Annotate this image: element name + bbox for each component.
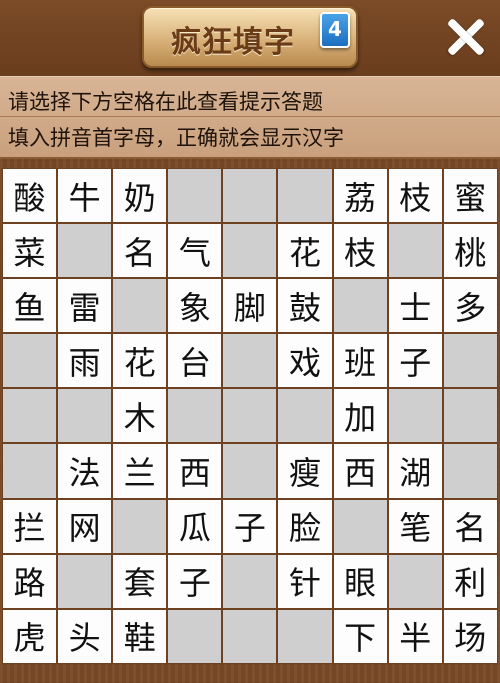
grid-cell[interactable]: 路 <box>3 554 57 608</box>
grid-cell[interactable]: 加 <box>333 389 387 443</box>
grid-cell[interactable]: 瘦 <box>278 444 332 498</box>
blocked-cell <box>168 169 222 223</box>
blocked-cell <box>223 444 277 498</box>
hint-divider <box>0 116 500 117</box>
blocked-cell <box>388 224 442 278</box>
grid-cell[interactable]: 湖 <box>388 444 442 498</box>
blocked-cell <box>223 609 277 663</box>
game-title: 疯狂填字 <box>171 25 295 60</box>
grid-cell[interactable]: 鼓 <box>278 279 332 333</box>
hint-line-1: 请选择下方空格在此查看提示答题 <box>8 90 323 114</box>
grid-cell[interactable]: 奶 <box>113 169 167 223</box>
blocked-cell <box>58 389 112 443</box>
blocked-cell <box>223 389 277 443</box>
blocked-cell <box>443 334 497 388</box>
blocked-cell <box>223 169 277 223</box>
grid-cell[interactable]: 台 <box>168 334 222 388</box>
grid-cell[interactable]: 拦 <box>3 499 57 553</box>
blocked-cell <box>278 389 332 443</box>
blocked-cell <box>333 499 387 553</box>
grid-cell[interactable]: 兰 <box>113 444 167 498</box>
grid-cell[interactable]: 法 <box>58 444 112 498</box>
grid-cell[interactable]: 名 <box>443 499 497 553</box>
grid-cell[interactable]: 鱼 <box>3 279 57 333</box>
grid-cell[interactable]: 套 <box>113 554 167 608</box>
blocked-cell <box>168 389 222 443</box>
grid-cell[interactable]: 网 <box>58 499 112 553</box>
blocked-cell <box>58 224 112 278</box>
grid-cell[interactable]: 戏 <box>278 334 332 388</box>
grid-cell[interactable]: 士 <box>388 279 442 333</box>
title-plaque: 疯狂填字 4 <box>142 6 358 68</box>
grid-cell[interactable]: 雷 <box>58 279 112 333</box>
grid-cell[interactable]: 名 <box>113 224 167 278</box>
blocked-cell <box>223 554 277 608</box>
blocked-cell <box>168 609 222 663</box>
blocked-cell <box>388 389 442 443</box>
blocked-cell <box>113 279 167 333</box>
grid-cell[interactable]: 雨 <box>58 334 112 388</box>
grid-cell[interactable]: 子 <box>223 499 277 553</box>
blocked-cell <box>3 444 57 498</box>
grid-cell[interactable]: 气 <box>168 224 222 278</box>
grid-cell[interactable]: 多 <box>443 279 497 333</box>
blocked-cell <box>58 554 112 608</box>
grid-cell[interactable]: 花 <box>113 334 167 388</box>
blocked-cell <box>443 444 497 498</box>
blocked-cell <box>3 334 57 388</box>
grid-cell[interactable]: 脚 <box>223 279 277 333</box>
grid-cell[interactable]: 蜜 <box>443 169 497 223</box>
grid-cell[interactable]: 木 <box>113 389 167 443</box>
grid-cell[interactable]: 西 <box>168 444 222 498</box>
grid-cell[interactable]: 象 <box>168 279 222 333</box>
grid-cell[interactable]: 头 <box>58 609 112 663</box>
grid-cell[interactable]: 瓜 <box>168 499 222 553</box>
grid-cell[interactable]: 菜 <box>3 224 57 278</box>
grid-cell[interactable]: 西 <box>333 444 387 498</box>
grid-cell[interactable]: 荔 <box>333 169 387 223</box>
grid-cell[interactable]: 半 <box>388 609 442 663</box>
grid-cell[interactable]: 笔 <box>388 499 442 553</box>
grid-cell[interactable]: 脸 <box>278 499 332 553</box>
grid-cell[interactable]: 子 <box>168 554 222 608</box>
hint-line-2: 填入拼音首字母，正确就会显示汉字 <box>8 126 344 150</box>
grid-cell[interactable]: 牛 <box>58 169 112 223</box>
blocked-cell <box>223 224 277 278</box>
grid-cell[interactable]: 枝 <box>388 169 442 223</box>
grid-cell[interactable]: 子 <box>388 334 442 388</box>
grid-cell[interactable]: 利 <box>443 554 497 608</box>
blocked-cell <box>223 334 277 388</box>
level-badge: 4 <box>320 12 350 48</box>
grid-cell[interactable]: 针 <box>278 554 332 608</box>
blocked-cell <box>278 169 332 223</box>
grid-cell[interactable]: 桃 <box>443 224 497 278</box>
grid-cell[interactable]: 酸 <box>3 169 57 223</box>
grid-cell[interactable]: 班 <box>333 334 387 388</box>
crossword-grid: 酸牛奶荔枝蜜菜名气花枝桃鱼雷象脚鼓士多雨花台戏班子木加法兰西瘦西湖拦网瓜子脸笔名… <box>2 168 498 664</box>
blocked-cell <box>333 279 387 333</box>
grid-cell[interactable]: 场 <box>443 609 497 663</box>
grid-cell[interactable]: 花 <box>278 224 332 278</box>
hint-panel[interactable]: 请选择下方空格在此查看提示答题 填入拼音首字母，正确就会显示汉字 <box>0 76 500 159</box>
blocked-cell <box>278 609 332 663</box>
blocked-cell <box>113 499 167 553</box>
header-bar: 疯狂填字 4 <box>0 0 500 78</box>
grid-cell[interactable]: 枝 <box>333 224 387 278</box>
grid-cell[interactable]: 眼 <box>333 554 387 608</box>
blocked-cell <box>443 389 497 443</box>
grid-cell[interactable]: 下 <box>333 609 387 663</box>
blocked-cell <box>3 389 57 443</box>
blocked-cell <box>388 554 442 608</box>
close-icon[interactable] <box>438 12 492 66</box>
grid-cell[interactable]: 虎 <box>3 609 57 663</box>
grid-cell[interactable]: 鞋 <box>113 609 167 663</box>
